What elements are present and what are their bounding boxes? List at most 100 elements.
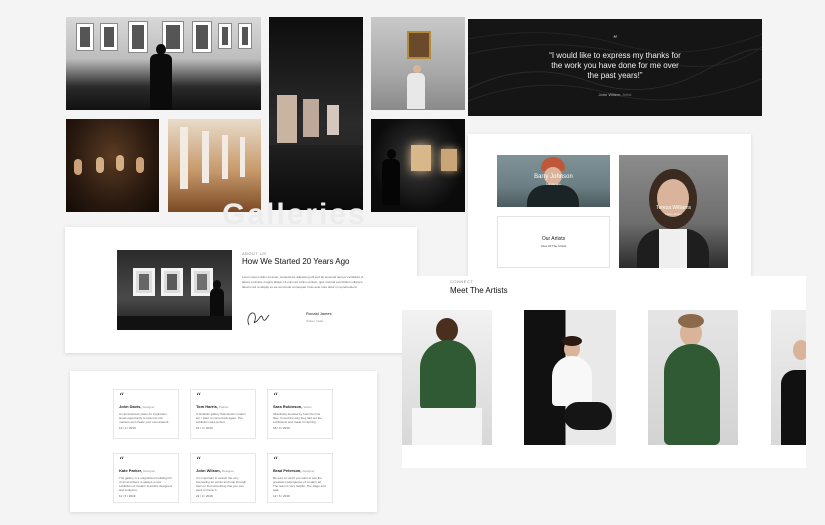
artist-body bbox=[527, 185, 579, 207]
our-artists-link[interactable]: View All The Artists bbox=[498, 244, 609, 248]
review-text: Be sure to visit if you want to see the … bbox=[273, 476, 326, 492]
our-artists-tile[interactable]: Our Artists View All The Artists bbox=[497, 216, 610, 268]
reviewer-name: Sara Robinson, bbox=[273, 404, 303, 409]
visitor-head bbox=[387, 149, 396, 159]
testimonial-author: John Willem, Artist bbox=[468, 92, 762, 97]
artist-jacket bbox=[420, 340, 476, 410]
gallery-photo-wall[interactable] bbox=[66, 17, 261, 110]
reviewer: Tom Harris, Painter bbox=[196, 404, 250, 409]
testimonial-banner: “ “I would like to express my thanks for… bbox=[468, 19, 762, 116]
lit-artwork bbox=[411, 145, 431, 171]
frame bbox=[128, 21, 148, 53]
reviewer-role: Painter bbox=[219, 405, 229, 409]
gallery-grid bbox=[65, 16, 465, 212]
visitor-head bbox=[413, 65, 421, 73]
tereza-name: Tereza Williams bbox=[655, 205, 691, 211]
testimonial-line: the work you have done for me over bbox=[551, 61, 679, 70]
reviewer-name: John Wilson, bbox=[196, 468, 221, 473]
quote-icon: “ bbox=[119, 392, 125, 403]
column bbox=[222, 135, 228, 179]
review-date: 18 / 3 / 2019 bbox=[273, 426, 290, 430]
signer-name: Ronald James bbox=[306, 311, 332, 316]
artist-face bbox=[793, 340, 806, 360]
frame bbox=[218, 23, 232, 49]
gallery-photo-dark-room[interactable] bbox=[371, 119, 465, 212]
bust bbox=[96, 157, 104, 173]
bust bbox=[74, 159, 82, 175]
meet-title: Meet The Artists bbox=[450, 286, 508, 295]
hall-artwork bbox=[277, 95, 297, 143]
artist-body bbox=[781, 370, 806, 445]
reviewer-role: Designer bbox=[142, 405, 155, 409]
meet-eyebrow: CONNECT bbox=[450, 279, 474, 284]
review-date: 12 / 2 / 2019 bbox=[119, 426, 136, 430]
testimonial-card[interactable]: “ Sara Robinson, Visitor Absolutely amaz… bbox=[267, 389, 333, 439]
artist-tile-barry[interactable]: Barry Johnson Landscape bbox=[497, 155, 610, 207]
reviewer-name: John Davis, bbox=[119, 404, 142, 409]
testimonial-card[interactable]: “ Brad Peterson, Designer Be sure to vis… bbox=[267, 453, 333, 503]
frame bbox=[100, 23, 118, 51]
quote-icon: “ bbox=[273, 456, 279, 467]
visitor-silhouette bbox=[150, 54, 172, 110]
reviewer-role: Visitor bbox=[303, 405, 312, 409]
lit-artwork bbox=[441, 149, 457, 171]
quote-icon: “ bbox=[196, 392, 202, 403]
reviewer-role: Designer bbox=[221, 469, 234, 473]
quote-icon: “ bbox=[119, 456, 125, 467]
artist-photo-3[interactable] bbox=[648, 310, 738, 445]
frame bbox=[192, 21, 212, 53]
about-body: Lorem ipsum dolor sit amet, consectetur … bbox=[242, 275, 364, 289]
reviewer-role: Designer bbox=[143, 469, 156, 473]
visitor-body bbox=[407, 73, 425, 109]
review-text: The gallery is a magnificent building fu… bbox=[119, 476, 173, 492]
quote-icon: “ bbox=[196, 456, 202, 467]
portrait-frame bbox=[407, 31, 431, 59]
artist-shirt bbox=[659, 229, 687, 268]
artist-pants bbox=[564, 402, 612, 430]
barry-name: Barry Johnson bbox=[534, 174, 573, 180]
review-text: It is important to search the very inter… bbox=[196, 476, 247, 492]
gallery-photo-hall[interactable] bbox=[269, 17, 363, 210]
column bbox=[240, 137, 245, 177]
reviewer: Brad Peterson, Designer bbox=[273, 468, 327, 473]
reviewer-name: Kate Parker, bbox=[119, 468, 143, 473]
review-date: 12 / 6 / 2019 bbox=[273, 494, 290, 498]
gallery-photo-portrait[interactable] bbox=[371, 17, 465, 110]
testimonial-card[interactable]: “ John Davis, Designer An atmospheric pl… bbox=[113, 389, 179, 439]
review-text: Absolutely amazed by how the time flew. … bbox=[273, 412, 322, 424]
reviewer: Sara Robinson, Visitor bbox=[273, 404, 327, 409]
testimonial-card[interactable]: “ John Wilson, Designer It is important … bbox=[190, 453, 256, 503]
meet-artists-section: CONNECT Meet The Artists bbox=[402, 276, 806, 468]
tereza-role: Photo Maker bbox=[664, 212, 682, 216]
artist-tile-tereza[interactable]: Tereza Williams Photo Maker bbox=[619, 155, 728, 268]
review-text: An atmospheric place for inspiration. Gr… bbox=[119, 412, 170, 424]
signer-role: Owner, Coke bbox=[306, 319, 324, 323]
about-eyebrow: ABOUT US bbox=[242, 251, 267, 256]
review-date: 22 / 4 / 2019 bbox=[196, 494, 213, 498]
hall-artwork bbox=[303, 99, 319, 137]
testimonial-card[interactable]: “ Tom Harris, Painter A fantastic galler… bbox=[190, 389, 256, 439]
reviewer: John Davis, Designer bbox=[119, 404, 173, 409]
testimonial-quote: “I would like to express my thanks for t… bbox=[468, 51, 762, 81]
review-date: 16 / 4 / 2019 bbox=[196, 426, 213, 430]
testimonial-card[interactable]: “ Kate Parker, Designer The gallery is a… bbox=[113, 453, 179, 503]
author-role: Artist bbox=[622, 92, 632, 97]
barry-role: Landscape bbox=[546, 182, 561, 186]
artist-tiles-card: Barry Johnson Landscape Our Artists View… bbox=[468, 134, 751, 288]
about-card: ABOUT US How We Started 20 Years Ago Lor… bbox=[65, 227, 417, 353]
artist-hair bbox=[562, 336, 582, 346]
artist-photo-2[interactable] bbox=[524, 310, 616, 445]
gallery-photo-sculptures[interactable] bbox=[66, 119, 159, 212]
artist-sweater bbox=[552, 356, 592, 406]
about-photo[interactable] bbox=[117, 250, 232, 330]
artist-shirt bbox=[664, 344, 720, 445]
artist-photo-1[interactable] bbox=[402, 310, 492, 445]
reviewer-name: Brad Peterson, bbox=[273, 468, 302, 473]
artist-photo-4[interactable] bbox=[771, 310, 806, 445]
visitor-silhouette bbox=[382, 159, 400, 205]
testimonials-grid-card: “ John Davis, Designer An atmospheric pl… bbox=[70, 371, 377, 512]
reviewer-role: Designer bbox=[302, 469, 315, 473]
artist-pants bbox=[412, 408, 482, 445]
author-name: John Willem, bbox=[598, 92, 622, 97]
bust bbox=[116, 155, 124, 171]
